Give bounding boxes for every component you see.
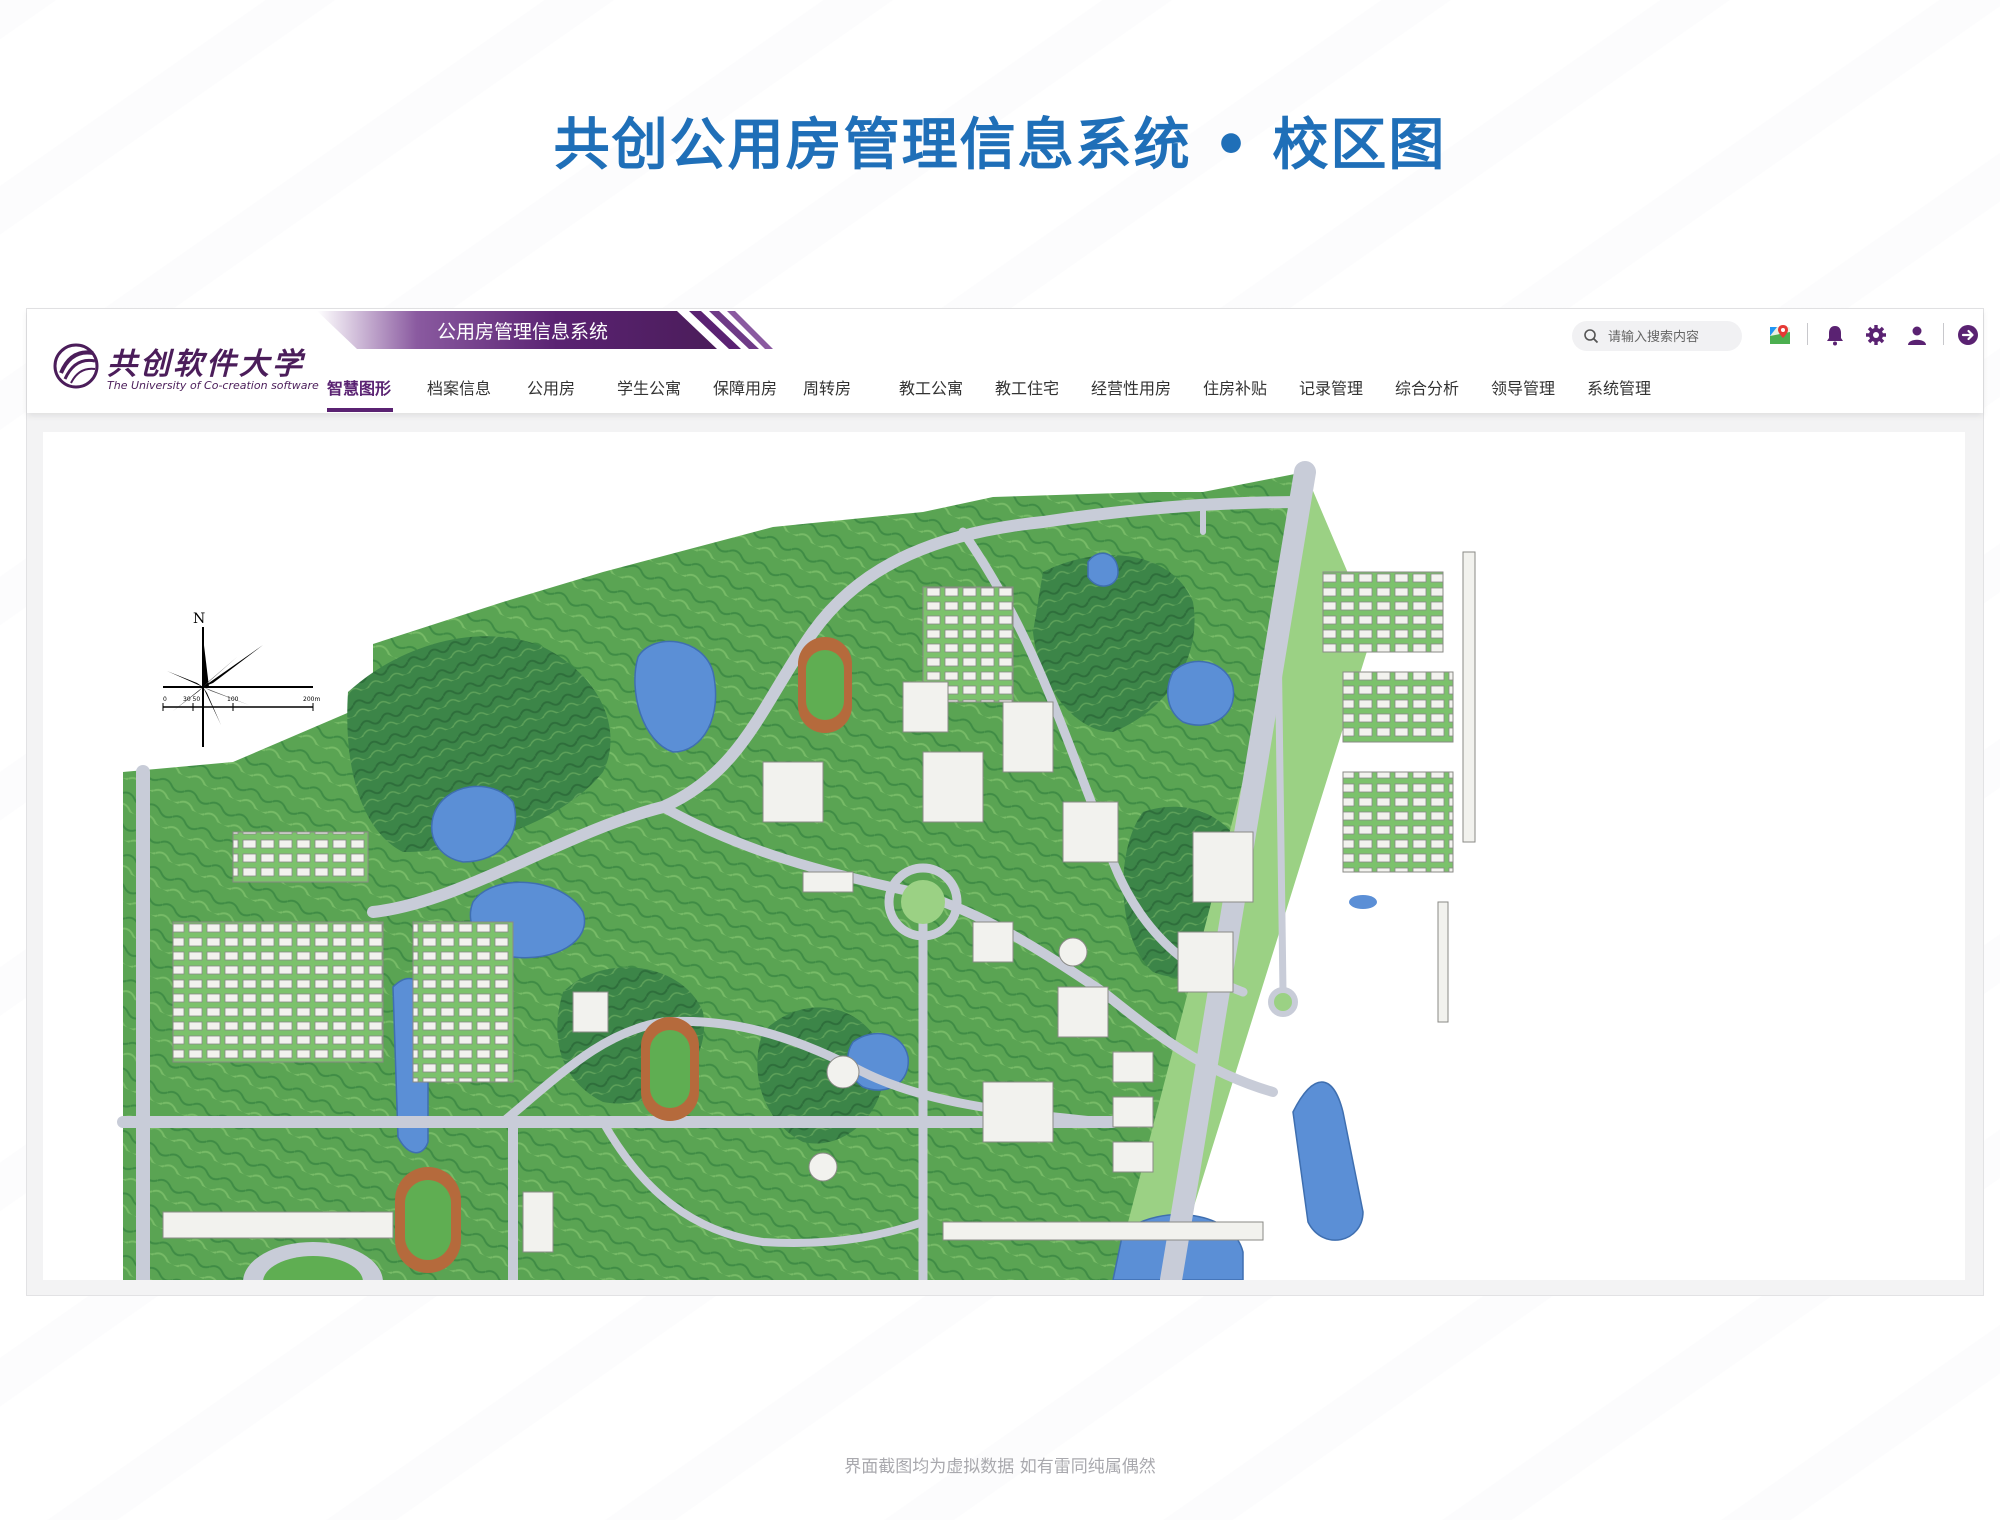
scale-label-30-50: 30 50 bbox=[183, 696, 200, 703]
nav-item-public-housing[interactable]: 公用房 bbox=[527, 375, 575, 399]
search-box[interactable] bbox=[1572, 321, 1742, 351]
nav-item-security-housing[interactable]: 保障用房 bbox=[713, 375, 777, 399]
logo-chinese-name: 共创软件大学 bbox=[107, 347, 305, 382]
round-building-south bbox=[808, 1152, 838, 1182]
scale-label-100: 100 bbox=[227, 696, 239, 703]
nav-item-smart-graphics[interactable]: 智慧图形 bbox=[327, 375, 391, 399]
nav-item-archive-info[interactable]: 档案信息 bbox=[427, 375, 491, 399]
building-block-east-2 bbox=[1342, 671, 1454, 743]
nav-item-student-apartments[interactable]: 学生公寓 bbox=[617, 375, 681, 399]
sports-track-north bbox=[798, 637, 852, 733]
search-icon bbox=[1584, 329, 1599, 344]
app-header: 共创软件大学 The University of Co-creation sof… bbox=[27, 309, 1983, 413]
building-library bbox=[982, 1081, 1054, 1143]
building-a2 bbox=[922, 751, 984, 823]
header-separator bbox=[1807, 323, 1808, 345]
gear-icon[interactable] bbox=[1864, 323, 1888, 347]
campus-map-panel: N 0 30 50 100 200m bbox=[43, 432, 1965, 1280]
building-c4 bbox=[1057, 986, 1109, 1038]
nav-item-staff-residences[interactable]: 教工住宅 bbox=[995, 375, 1059, 399]
building-strip-east-2 bbox=[1437, 901, 1449, 1023]
scale-label-0: 0 bbox=[163, 696, 167, 703]
building-block-northwest bbox=[232, 831, 369, 883]
user-icon[interactable] bbox=[1905, 323, 1929, 347]
nav-item-housing-subsidy[interactable]: 住房补贴 bbox=[1203, 375, 1267, 399]
logo-english-name: The University of Co-creation software bbox=[107, 379, 319, 392]
building-e1 bbox=[802, 871, 854, 893]
east-roundabout bbox=[1268, 987, 1298, 1017]
road-east-inner bbox=[1274, 628, 1287, 996]
compass-rose: N bbox=[163, 611, 313, 747]
building-b2 bbox=[1177, 931, 1234, 993]
building-long-southwest bbox=[162, 1211, 394, 1239]
footer-disclaimer: 界面截图均为虚拟数据 如有雷同纯属偶然 bbox=[844, 1457, 1156, 1477]
building-strip-east bbox=[1462, 551, 1476, 843]
pond-northeast bbox=[1087, 552, 1119, 587]
building-long-south bbox=[942, 1221, 1264, 1241]
building-a3 bbox=[1002, 701, 1054, 773]
building-c2 bbox=[1112, 1096, 1154, 1128]
building-c1 bbox=[1112, 1051, 1154, 1083]
building-d1 bbox=[522, 1191, 554, 1253]
system-name: 公用房管理信息系统 bbox=[437, 321, 609, 343]
nav-active-indicator bbox=[327, 408, 393, 412]
bell-icon[interactable] bbox=[1823, 323, 1847, 347]
map-pin-icon[interactable] bbox=[1768, 323, 1792, 347]
round-building-north bbox=[1058, 937, 1088, 967]
logo-emblem-icon bbox=[53, 343, 99, 389]
search-input[interactable] bbox=[1606, 325, 1738, 349]
dorm-block-west bbox=[172, 921, 384, 1063]
sports-track-southwest bbox=[395, 1167, 461, 1273]
nav-item-comprehensive-analysis[interactable]: 综合分析 bbox=[1395, 375, 1459, 399]
nav-item-leadership-management[interactable]: 领导管理 bbox=[1491, 375, 1555, 399]
building-a1 bbox=[762, 761, 824, 823]
building-c5 bbox=[972, 921, 1014, 963]
logout-arrow-icon[interactable] bbox=[1956, 323, 1980, 347]
nav-item-staff-apartments[interactable]: 教工公寓 bbox=[899, 375, 963, 399]
nav-item-commercial-housing[interactable]: 经营性用房 bbox=[1091, 375, 1171, 399]
nav-item-system-management[interactable]: 系统管理 bbox=[1587, 375, 1651, 399]
building-block-east-1 bbox=[1322, 571, 1444, 653]
lake-east-north bbox=[1167, 660, 1235, 726]
round-building-center bbox=[826, 1055, 860, 1089]
lake-east-long bbox=[1292, 1081, 1364, 1241]
page-title: 共创公用房管理信息系统 • 校区图 bbox=[553, 113, 1447, 178]
header-separator bbox=[1943, 323, 1944, 345]
sports-track-center bbox=[641, 1017, 699, 1121]
compass-north-label: N bbox=[193, 611, 205, 627]
nav-item-record-management[interactable]: 记录管理 bbox=[1299, 375, 1363, 399]
building-b1 bbox=[1192, 831, 1254, 903]
dorm-block-west-center bbox=[412, 921, 514, 1083]
building-c3 bbox=[1112, 1141, 1154, 1173]
building-a5 bbox=[902, 681, 949, 733]
scale-label-200m: 200m bbox=[303, 696, 320, 703]
scale-bar: 0 30 50 100 200m bbox=[162, 696, 320, 711]
building-block-east-3 bbox=[1342, 771, 1454, 873]
pond-east-oval bbox=[1349, 895, 1377, 909]
campus-map[interactable]: N 0 30 50 100 200m bbox=[43, 432, 1965, 1280]
building-e2 bbox=[572, 991, 609, 1033]
system-name-banner: 公用房管理信息系统 bbox=[317, 309, 777, 351]
building-a4 bbox=[1062, 801, 1119, 863]
university-logo[interactable]: 共创软件大学 The University of Co-creation sof… bbox=[53, 339, 328, 399]
nav-item-turnover-housing[interactable]: 周转房 bbox=[803, 375, 851, 399]
app-window: 共创软件大学 The University of Co-creation sof… bbox=[26, 308, 1984, 1296]
